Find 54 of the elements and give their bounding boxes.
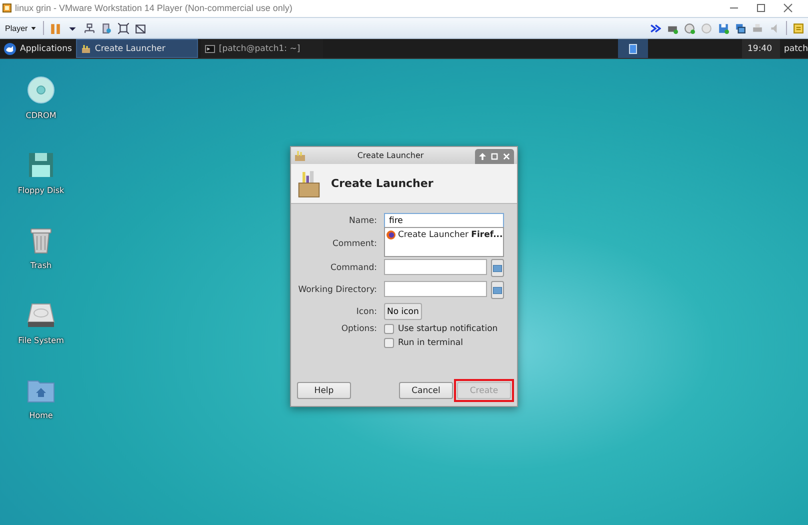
floppy-icon[interactable] <box>718 22 729 34</box>
usb-device-icon[interactable] <box>100 22 112 34</box>
dialog-title: Create Launcher <box>356 151 425 160</box>
field-label: Working Directory: <box>297 285 377 295</box>
disc-icon[interactable] <box>684 22 695 34</box>
field-label: Name: <box>348 216 377 226</box>
desktop-icon-label[interactable]: CDROM <box>26 111 56 120</box>
pause-icon[interactable] <box>50 22 61 34</box>
checkbox[interactable] <box>384 324 394 334</box>
monitor-icon[interactable] <box>735 22 746 34</box>
autocomplete-suggestion[interactable]: Create Launcher Firef... <box>398 230 503 240</box>
unity-icon[interactable] <box>134 22 146 34</box>
box-with-tools-icon <box>297 170 321 198</box>
browse-button[interactable] <box>491 259 504 277</box>
window-icon <box>628 44 636 54</box>
terminal-icon <box>204 44 215 54</box>
maximize-icon[interactable] <box>756 2 766 12</box>
close-icon[interactable] <box>783 2 793 12</box>
fullscreen-icon[interactable] <box>118 22 129 34</box>
text-field[interactable] <box>384 281 487 297</box>
taskbar-item[interactable]: Create Launcher <box>76 39 198 58</box>
folder-icon <box>493 264 502 272</box>
player-menu[interactable]: Player <box>4 24 37 32</box>
user-name: patch <box>783 42 808 56</box>
caret-icon <box>30 26 36 30</box>
dialog-heading: Create Launcher <box>331 177 434 190</box>
workspace-switcher[interactable] <box>618 39 648 58</box>
dialog-button[interactable]: Cancel <box>399 382 453 399</box>
window-title: linux grin - VMware Workstation 14 Player (Non-commercial use only) <box>15 2 292 12</box>
checkbox-label[interactable]: Run in terminal <box>398 338 463 348</box>
dialog-button[interactable]: Help <box>297 382 351 399</box>
pin-icon[interactable] <box>479 153 486 160</box>
double-chevron-icon[interactable] <box>650 22 661 34</box>
field-label: Icon: <box>355 306 377 316</box>
folder-icon <box>493 286 502 294</box>
disc-icon[interactable] <box>26 75 56 105</box>
field-label: Comment: <box>331 239 377 249</box>
browse-button[interactable] <box>491 281 504 299</box>
checkbox-label[interactable]: Use startup notification <box>398 324 498 334</box>
text-field[interactable] <box>384 259 487 275</box>
box-icon <box>294 150 306 162</box>
clock: 19:40 <box>742 39 780 58</box>
printer-icon[interactable] <box>752 22 763 34</box>
note-icon[interactable] <box>793 22 804 34</box>
network-icon[interactable] <box>84 22 95 34</box>
field-label: Command: <box>329 263 377 273</box>
icon-button[interactable]: No icon <box>384 303 422 320</box>
box-icon <box>80 44 91 54</box>
vmware-logo-icon <box>2 2 12 12</box>
applications-menu[interactable]: Applications <box>0 39 76 58</box>
field-label: Options: <box>340 324 377 334</box>
mouse-logo-icon <box>4 42 16 54</box>
floppy-icon[interactable] <box>26 150 56 180</box>
checkbox[interactable] <box>384 338 394 348</box>
